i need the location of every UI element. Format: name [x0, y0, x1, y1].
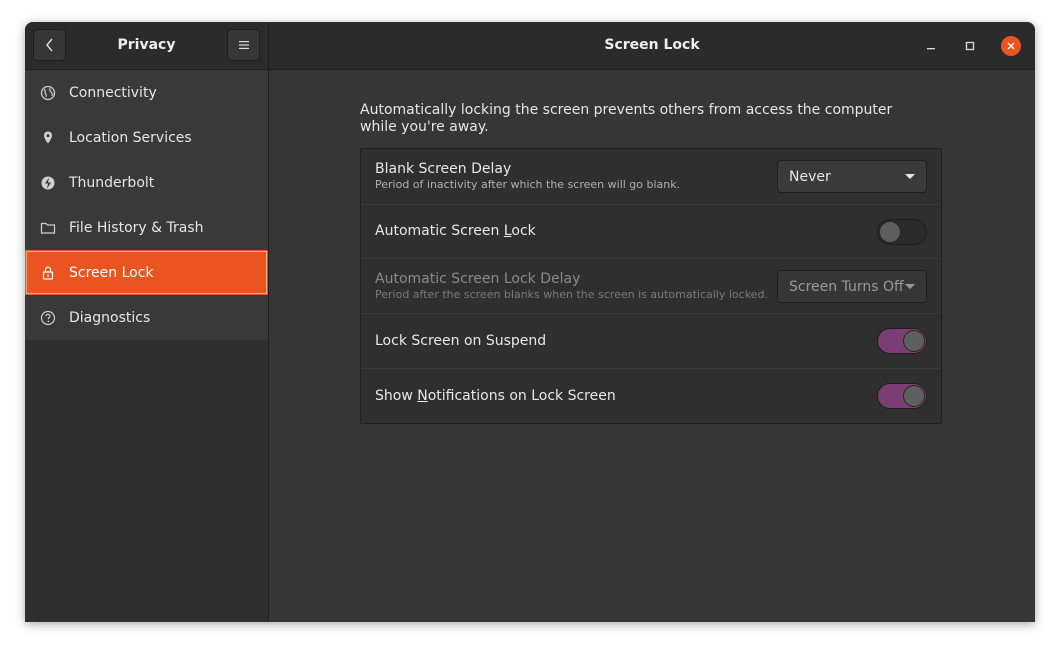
sidebar-item-diagnostics[interactable]: Diagnostics: [25, 295, 268, 340]
lock-screen-on-suspend-label: Lock Screen on Suspend: [375, 333, 547, 349]
sidebar-item-file-history-trash[interactable]: File History & Trash: [25, 205, 268, 250]
lock-icon: [40, 265, 56, 281]
minimize-icon: [927, 48, 935, 50]
sidebar-item-label: Diagnostics: [69, 309, 151, 326]
automatic-screen-lock-delay-sublabel: Period after the screen blanks when the …: [375, 288, 768, 301]
caret-down-icon: [905, 174, 915, 179]
blank-screen-delay-label: Blank Screen Delay: [375, 161, 512, 177]
sidebar-item-label: Location Services: [69, 129, 192, 146]
sidebar-item-label: Screen Lock: [69, 264, 154, 281]
menu-button[interactable]: [227, 29, 260, 61]
toggle-knob: [903, 385, 925, 407]
blank-screen-delay-sublabel: Period of inactivity after which the scr…: [375, 178, 681, 191]
lock-screen-on-suspend-row: Lock Screen on Suspend: [361, 314, 941, 369]
sidebar-header: Privacy: [25, 22, 269, 69]
maximize-icon: [965, 41, 975, 51]
settings-window: Privacy Screen Lock Connectivity Locatio…: [25, 22, 1035, 622]
location-pin-icon: [40, 130, 56, 146]
show-notifications-toggle[interactable]: [877, 383, 927, 409]
folder-icon: [40, 220, 56, 236]
sidebar: Connectivity Location Services Thunderbo…: [25, 70, 269, 622]
blank-screen-delay-row: Blank Screen Delay Period of inactivity …: [361, 149, 941, 205]
caret-down-icon: [905, 284, 915, 289]
blank-screen-delay-dropdown[interactable]: Never: [777, 160, 927, 193]
header-bar: Privacy Screen Lock: [25, 22, 1035, 70]
sidebar-list: Connectivity Location Services Thunderbo…: [25, 70, 268, 340]
show-notifications-label: Show Notifications on Lock Screen: [375, 388, 616, 404]
sidebar-item-label: Connectivity: [69, 84, 157, 101]
minimize-button[interactable]: [921, 36, 941, 56]
sidebar-item-location-services[interactable]: Location Services: [25, 115, 268, 160]
toggle-knob: [879, 221, 901, 243]
hamburger-icon: [238, 41, 249, 49]
close-icon: [1007, 42, 1015, 50]
thunderbolt-icon: [40, 175, 56, 191]
automatic-screen-lock-label: Automatic Screen Lock: [375, 223, 536, 239]
automatic-screen-lock-toggle[interactable]: [877, 219, 927, 245]
sidebar-title: Privacy: [117, 37, 176, 53]
globe-icon: [40, 85, 56, 101]
maximize-button[interactable]: [960, 36, 980, 56]
close-button[interactable]: [1001, 36, 1021, 56]
back-button[interactable]: [33, 29, 66, 61]
lock-screen-on-suspend-toggle[interactable]: [877, 328, 927, 354]
dropdown-value: Screen Turns Off: [789, 278, 904, 295]
show-notifications-row: Show Notifications on Lock Screen: [361, 369, 941, 423]
toggle-knob: [903, 330, 925, 352]
automatic-screen-lock-delay-row: Automatic Screen Lock Delay Period after…: [361, 259, 941, 314]
dropdown-value: Never: [789, 168, 831, 185]
sidebar-item-label: File History & Trash: [69, 219, 204, 236]
chevron-left-icon: [45, 38, 53, 52]
description-text: Automatically locking the screen prevent…: [360, 102, 893, 135]
sidebar-item-label: Thunderbolt: [69, 174, 155, 191]
automatic-screen-lock-delay-dropdown[interactable]: Screen Turns Off: [777, 270, 927, 303]
sidebar-item-screen-lock[interactable]: Screen Lock: [25, 250, 268, 295]
sidebar-item-connectivity[interactable]: Connectivity: [25, 70, 268, 115]
sidebar-item-thunderbolt[interactable]: Thunderbolt: [25, 160, 268, 205]
main-content: Automatically locking the screen prevent…: [269, 70, 1035, 622]
settings-panel: Blank Screen Delay Period of inactivity …: [360, 148, 942, 424]
automatic-screen-lock-delay-label: Automatic Screen Lock Delay: [375, 271, 581, 287]
automatic-screen-lock-row: Automatic Screen Lock: [361, 205, 941, 259]
help-circle-icon: [40, 310, 56, 326]
